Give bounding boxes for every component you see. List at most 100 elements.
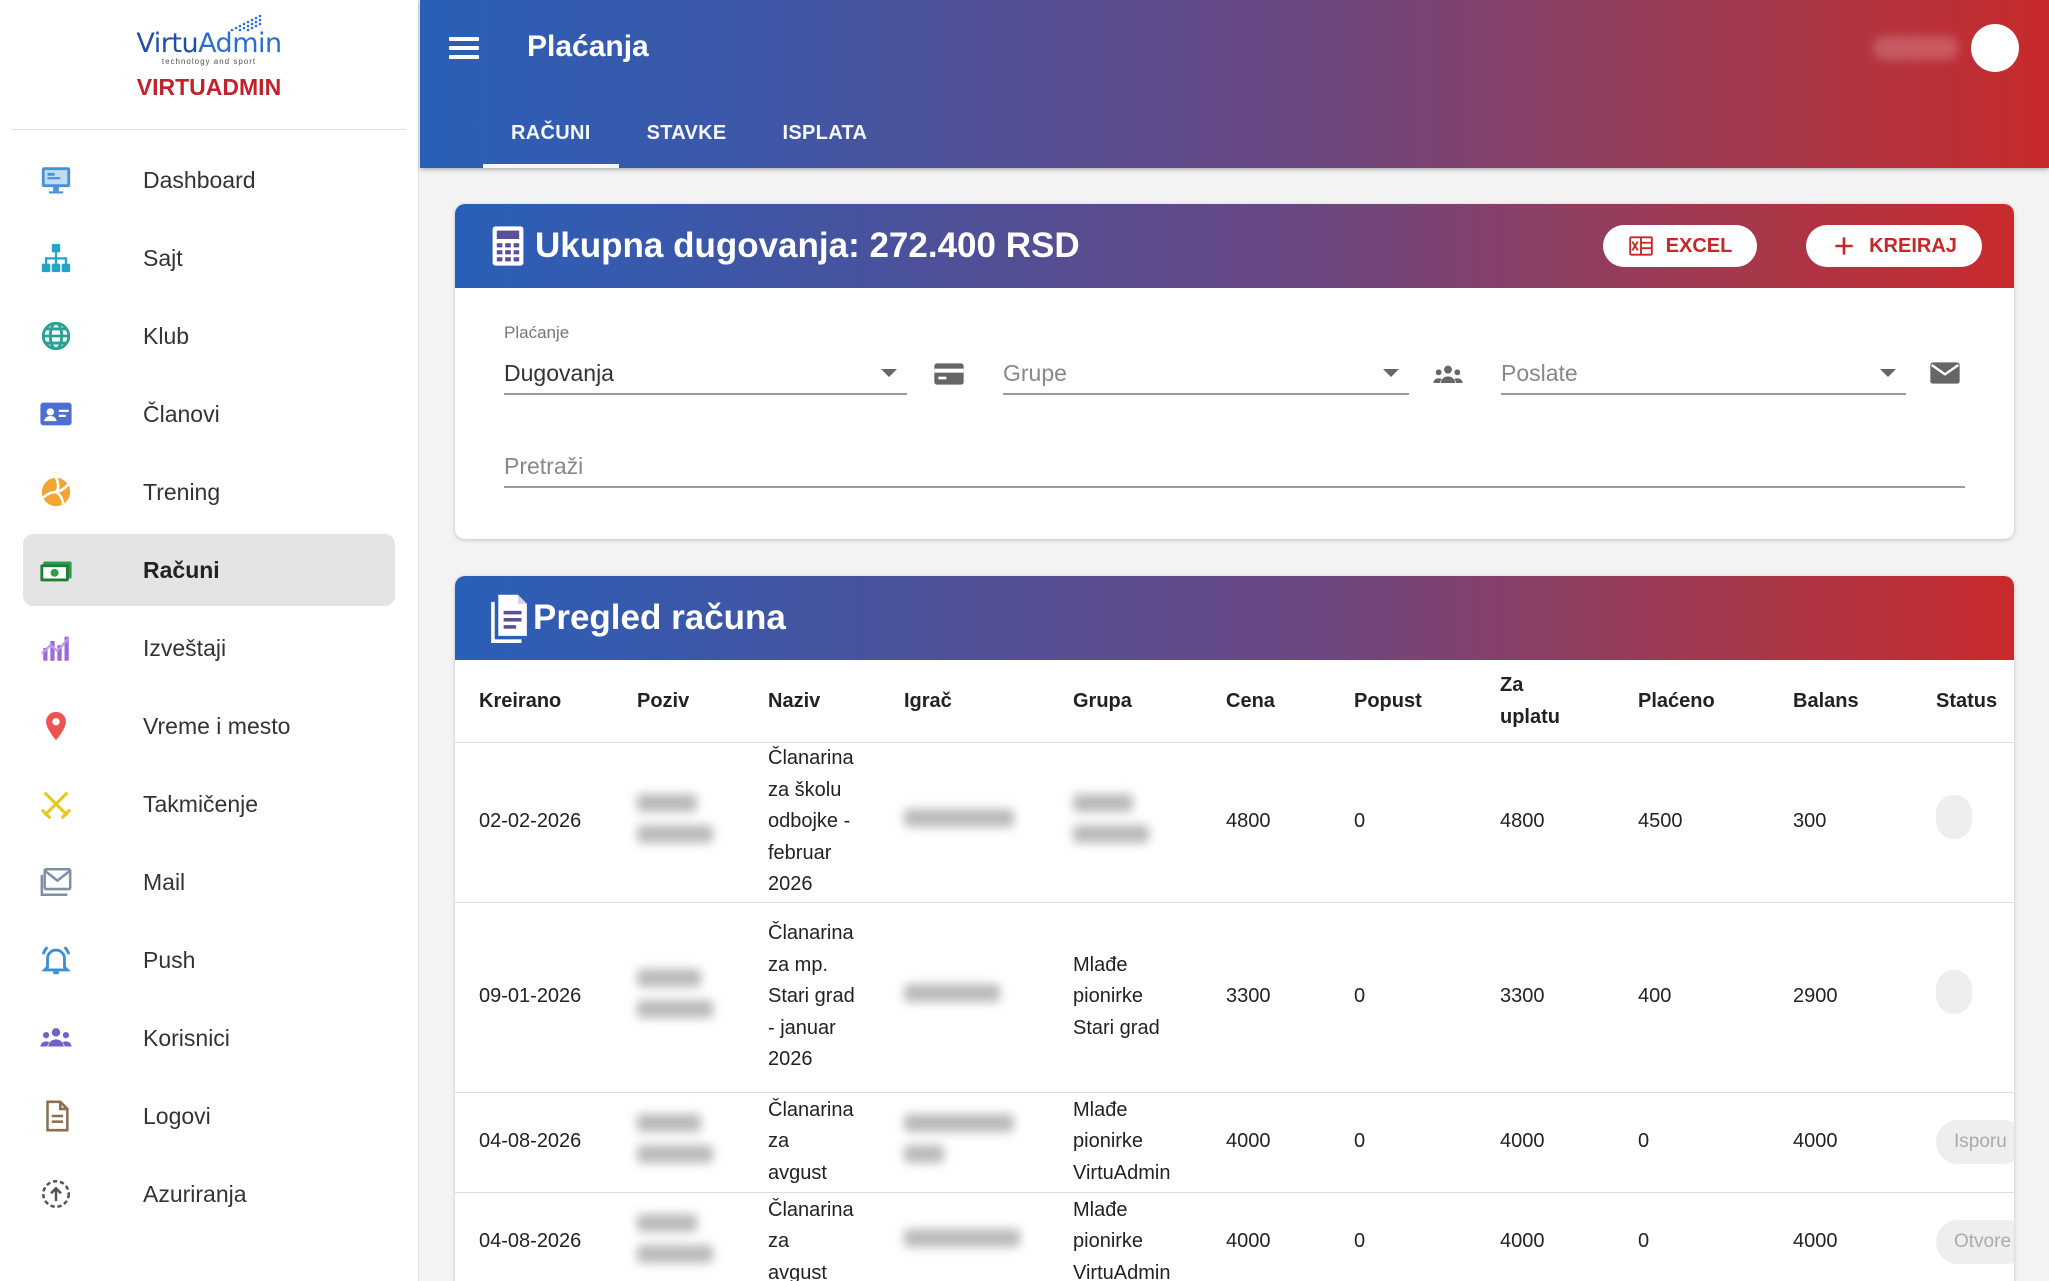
sidebar-item-logovi[interactable]: Logovi xyxy=(23,1080,395,1152)
user-name-redacted xyxy=(1873,36,1959,60)
col-za-uplatu[interactable]: Za uplatu xyxy=(1476,660,1614,743)
cell-name: Članarina za avgust xyxy=(744,1192,880,1281)
logo-dots-icon xyxy=(230,14,261,32)
sidebar: VirtuAdmin technology and sport VIRTUADM… xyxy=(0,0,419,1281)
sidebar-item-korisnici[interactable]: Korisnici xyxy=(23,1002,395,1074)
cell-name: Članarina za mp. Stari grad - januar 202… xyxy=(744,902,880,1093)
col-kreirano[interactable]: Kreirano xyxy=(455,660,613,743)
col-cena[interactable]: Cena xyxy=(1202,660,1330,743)
status-badge[interactable] xyxy=(1936,794,1972,839)
cell-discount: 0 xyxy=(1330,742,1476,903)
summary-card-header: Ukupna dugovanja: 272.400 RSD EXCEL KREI… xyxy=(455,204,2014,288)
cell-to-pay: 4000 xyxy=(1476,1092,1614,1193)
cell-player-redacted xyxy=(880,1092,1049,1193)
credit-card-icon xyxy=(934,363,964,385)
sidebar-item-trening[interactable]: Trening xyxy=(23,456,395,528)
col-status[interactable]: Status xyxy=(1912,660,2014,743)
tab-racuni[interactable]: RAČUNI xyxy=(483,100,619,168)
sidebar-item-push[interactable]: Push xyxy=(23,924,395,996)
cell-reference-redacted xyxy=(613,1092,744,1193)
cell-group xyxy=(1049,742,1202,903)
groups-select[interactable]: Grupe xyxy=(1003,355,1409,395)
users-icon xyxy=(23,1021,83,1055)
table-header-row: Kreirano Poziv Naziv Igrač Grupa Cena Po… xyxy=(455,660,2014,743)
sidebar-item-label: Članovi xyxy=(143,400,220,427)
document-icon xyxy=(23,1099,83,1133)
chevron-down-icon xyxy=(1383,369,1399,377)
tab-stavke[interactable]: STAVKE xyxy=(619,100,755,168)
col-igrac[interactable]: Igrač xyxy=(880,660,1049,743)
hamburger-menu-icon[interactable] xyxy=(446,32,482,68)
col-grupa[interactable]: Grupa xyxy=(1049,660,1202,743)
invoices-title: Pregled računa xyxy=(533,598,786,637)
update-icon xyxy=(23,1177,83,1211)
table-row[interactable]: 09-01-2026 Članarina za mp. Stari grad -… xyxy=(455,902,2014,1093)
create-button[interactable]: KREIRAJ xyxy=(1806,225,1982,267)
status-badge[interactable] xyxy=(1936,969,1972,1014)
cell-created: 04-08-2026 xyxy=(455,1092,613,1193)
cell-reference-redacted xyxy=(613,742,744,903)
sidebar-item-takmicenje[interactable]: Takmičenje xyxy=(23,768,395,840)
cell-created: 09-01-2026 xyxy=(455,902,613,1093)
cell-paid: 400 xyxy=(1614,902,1769,1093)
summary-card: Ukupna dugovanja: 272.400 RSD EXCEL KREI… xyxy=(455,204,2014,539)
cell-price: 3300 xyxy=(1202,902,1330,1093)
chart-icon xyxy=(23,631,83,665)
search-input-placeholder: Pretraži xyxy=(504,453,584,479)
cell-price: 4000 xyxy=(1202,1192,1330,1281)
sidebar-item-vreme-i-mesto[interactable]: Vreme i mesto xyxy=(23,690,395,762)
cell-paid: 4500 xyxy=(1614,742,1769,903)
sent-select[interactable]: Poslate xyxy=(1501,355,1906,395)
sidebar-item-label: Klub xyxy=(143,322,190,349)
payment-select[interactable]: Plaćanje Dugovanja xyxy=(504,323,907,395)
sidebar-item-izvestaji[interactable]: Izveštaji xyxy=(23,612,395,684)
sidebar-item-azuriranja[interactable]: Azuriranja xyxy=(23,1158,395,1230)
swords-icon xyxy=(23,787,83,821)
col-popust[interactable]: Popust xyxy=(1330,660,1476,743)
sidebar-item-clanovi[interactable]: Članovi xyxy=(23,378,395,450)
cell-name: Članarina za školu odbojke - februar 202… xyxy=(744,742,880,903)
sidebar-nav: Dashboard Sajt Klub Članovi Trening Raču… xyxy=(0,130,418,1230)
sitemap-icon xyxy=(23,241,83,275)
cell-created: 02-02-2026 xyxy=(455,742,613,903)
status-badge[interactable]: Otvore xyxy=(1936,1220,2014,1264)
tab-isplata[interactable]: ISPLATA xyxy=(755,100,896,168)
invoices-card-header: Pregled računa xyxy=(455,576,2014,660)
payment-select-label: Plaćanje xyxy=(504,323,570,342)
money-icon xyxy=(23,553,83,587)
sidebar-item-dashboard[interactable]: Dashboard xyxy=(23,144,395,216)
col-placeno[interactable]: Plaćeno xyxy=(1614,660,1769,743)
table-row[interactable]: 02-02-2026 Članarina za školu odbojke - … xyxy=(455,742,2014,903)
cell-to-pay: 3300 xyxy=(1476,902,1614,1093)
sidebar-item-racuni[interactable]: Računi xyxy=(23,534,395,606)
col-poziv[interactable]: Poziv xyxy=(613,660,744,743)
sidebar-item-sajt[interactable]: Sajt xyxy=(23,222,395,294)
search-input[interactable]: Pretraži xyxy=(504,448,1965,488)
cell-discount: 0 xyxy=(1330,1192,1476,1281)
table-row[interactable]: 04-08-2026 Članarina za avgust Mlađe pio… xyxy=(455,1192,2014,1281)
table-row[interactable]: 04-08-2026 Članarina za avgust Mlađe pio… xyxy=(455,1092,2014,1193)
col-balans[interactable]: Balans xyxy=(1769,660,1912,743)
logo[interactable]: VirtuAdmin xyxy=(136,14,282,59)
globe-icon xyxy=(23,319,83,353)
sidebar-item-mail[interactable]: Mail xyxy=(23,846,395,918)
cell-group: Mlađe pionirke VirtuAdmin xyxy=(1049,1092,1202,1193)
cell-discount: 0 xyxy=(1330,1092,1476,1193)
sidebar-item-klub[interactable]: Klub xyxy=(23,300,395,372)
tab-bar: RAČUNI STAVKE ISPLATA xyxy=(483,100,895,168)
logo-text-main: Virtu xyxy=(136,28,199,59)
group-icon xyxy=(1433,365,1463,383)
envelope-icon xyxy=(1930,362,1960,384)
cell-balance: 2900 xyxy=(1769,902,1912,1093)
map-pin-icon xyxy=(23,709,83,743)
avatar[interactable] xyxy=(1971,24,2019,72)
excel-button[interactable]: EXCEL xyxy=(1603,225,1757,267)
sidebar-item-label: Sajt xyxy=(143,244,183,271)
cell-balance: 300 xyxy=(1769,742,1912,903)
cell-balance: 4000 xyxy=(1769,1092,1912,1193)
cell-status: Isporu xyxy=(1912,1092,2014,1193)
status-badge[interactable]: Isporu xyxy=(1936,1120,2014,1164)
mail-icon xyxy=(23,865,83,899)
col-naziv[interactable]: Naziv xyxy=(744,660,880,743)
volleyball-icon xyxy=(23,475,83,509)
